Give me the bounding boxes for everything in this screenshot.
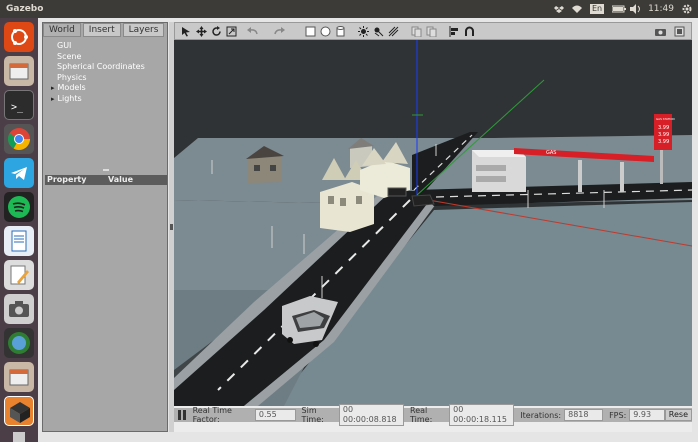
settings-gear-icon[interactable] — [682, 4, 692, 14]
tab-layers[interactable]: Layers — [122, 23, 165, 37]
property-header: Property Value — [45, 175, 167, 185]
real-time-label: Real Time: — [410, 406, 433, 424]
scale-icon[interactable] — [226, 26, 237, 37]
price-1: 3.99 — [658, 125, 669, 131]
chrome-icon[interactable] — [4, 124, 34, 154]
globe-app-icon[interactable] — [4, 328, 34, 358]
tree-item-lights[interactable]: Lights — [51, 94, 145, 105]
directional-light-icon[interactable] — [388, 26, 399, 37]
undo-icon[interactable] — [247, 26, 258, 37]
keyboard-indicator[interactable]: En — [589, 4, 605, 14]
copy-icon[interactable] — [411, 26, 422, 37]
left-panel: World Insert Layers GUI Scene Spherical … — [42, 22, 168, 432]
cylinder-shape-icon[interactable] — [335, 25, 346, 37]
gas-station-building — [472, 150, 526, 192]
unity-launcher: >_ — [0, 18, 38, 442]
panel-tabs: World Insert Layers — [43, 23, 169, 37]
sim-time-label: Sim Time: — [301, 406, 324, 424]
gas-sign-title: GAS STATION — [656, 117, 675, 121]
real-time-value: 00 00:00:18.115 — [449, 404, 515, 426]
sim-time-value: 00 00:00:08.818 — [338, 404, 405, 426]
translate-icon[interactable] — [196, 25, 207, 37]
paste-icon[interactable] — [426, 26, 437, 37]
redo-icon[interactable] — [274, 26, 285, 37]
files-icon[interactable] — [4, 56, 34, 86]
system-tray: En 11:49 — [553, 4, 698, 14]
camera-icon[interactable] — [4, 294, 34, 324]
screenshot-camera-icon[interactable] — [655, 26, 666, 37]
wifi-icon[interactable] — [571, 4, 582, 14]
point-light-icon[interactable] — [358, 25, 369, 37]
clock[interactable]: 11:49 — [648, 4, 674, 14]
spot-light-icon[interactable] — [373, 26, 384, 37]
volume-icon[interactable] — [630, 4, 641, 14]
rtf-value: 0.55 — [254, 409, 296, 421]
gas-canopy-sign: GAS — [546, 150, 556, 156]
pause-icon[interactable] — [178, 410, 187, 420]
tab-insert[interactable]: Insert — [82, 23, 121, 37]
world-tree: GUI Scene Spherical Coordinates Physics … — [51, 41, 145, 104]
sphere-shape-icon[interactable] — [320, 26, 331, 37]
tree-item-gui[interactable]: GUI — [51, 41, 145, 52]
gazebo-app-icon[interactable] — [4, 396, 34, 426]
price-2: 3.99 — [658, 132, 669, 138]
tree-item-models[interactable]: Models — [51, 83, 145, 94]
spotify-icon[interactable] — [4, 192, 34, 222]
iterations-label: Iterations: — [520, 410, 562, 420]
trash-icon[interactable] — [4, 430, 34, 442]
tab-world[interactable]: World — [43, 23, 81, 37]
terminal-icon[interactable]: >_ — [4, 90, 34, 120]
ubuntu-dash-icon[interactable] — [4, 22, 34, 52]
telegram-icon[interactable] — [4, 158, 34, 188]
car-dark — [411, 194, 435, 207]
iterations-value: 8818 — [564, 409, 604, 421]
rtf-label: Real Time Factor: — [192, 406, 232, 424]
tree-item-spherical-coordinates[interactable]: Spherical Coordinates — [51, 62, 145, 73]
fps-label: FPS: — [609, 410, 627, 420]
box-shape-icon[interactable] — [305, 26, 316, 37]
text-editor-icon[interactable] — [4, 260, 34, 290]
property-column-header[interactable]: Property — [45, 175, 106, 185]
window-title: Gazebo — [6, 4, 44, 14]
select-arrow-icon[interactable] — [181, 26, 192, 37]
svg-text:>_: >_ — [11, 102, 24, 113]
tree-item-physics[interactable]: Physics — [51, 73, 145, 84]
viewport-area: GAS GAS STATION 3.99 3.99 3.99 Real Time… — [174, 22, 692, 432]
tree-item-scene[interactable]: Scene — [51, 52, 145, 63]
scene-toolbar — [174, 22, 692, 40]
panel-divider-handle[interactable] — [103, 169, 109, 171]
system-top-bar: Gazebo En 11:49 — [0, 0, 698, 18]
rotate-icon[interactable] — [211, 25, 222, 37]
price-3: 3.99 — [658, 139, 669, 145]
dropbox-icon[interactable] — [553, 4, 564, 14]
archive-icon[interactable] — [4, 362, 34, 392]
status-bar: Real Time Factor: 0.55 Sim Time: 00 00:0… — [174, 404, 692, 426]
car-intersection — [387, 187, 407, 197]
battery-icon[interactable] — [611, 4, 627, 14]
snap-magnet-icon[interactable] — [464, 26, 475, 37]
libreoffice-writer-icon[interactable] — [4, 226, 34, 256]
record-log-icon[interactable] — [674, 26, 685, 37]
align-icon[interactable] — [449, 25, 460, 37]
reset-button[interactable]: Rese — [664, 409, 692, 421]
value-column-header[interactable]: Value — [106, 175, 167, 185]
gazebo-window: World Insert Layers GUI Scene Spherical … — [38, 18, 698, 442]
3d-viewport[interactable]: GAS GAS STATION 3.99 3.99 3.99 — [174, 40, 692, 406]
fps-value: 9.93 — [629, 409, 665, 421]
